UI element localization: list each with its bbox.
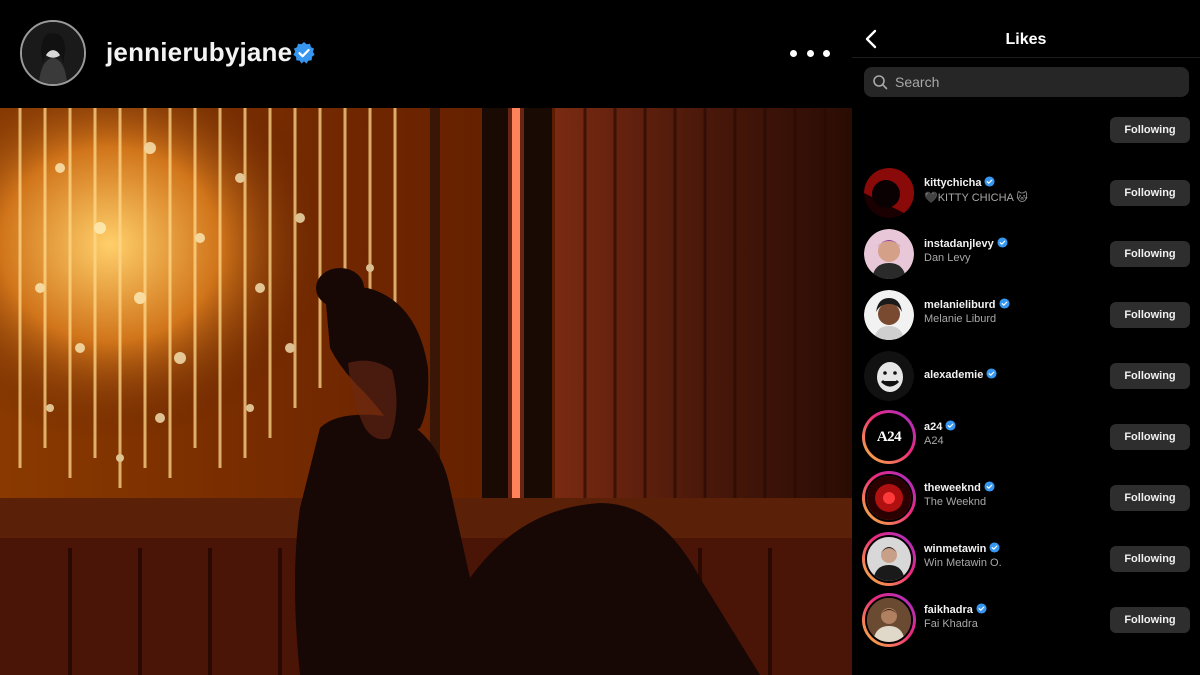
following-button[interactable]: Following [1110, 546, 1190, 572]
avatar[interactable] [864, 290, 914, 340]
verified-badge-icon [998, 298, 1010, 309]
following-button[interactable]: Following [1110, 607, 1190, 633]
avatar[interactable] [862, 593, 916, 647]
likes-header: Likes [852, 0, 1200, 58]
username[interactable]: alexademie [924, 368, 997, 381]
list-item[interactable]: melanieliburd Melanie Liburd Following [852, 286, 1200, 342]
post-photo[interactable] [0, 108, 852, 675]
list-item[interactable]: kittychicha 🖤KITTY CHICHA 🐱 Following [852, 164, 1200, 220]
verified-badge-icon [997, 237, 1008, 248]
following-button[interactable]: Following [1110, 180, 1190, 206]
username[interactable]: theweeknd [924, 481, 995, 494]
search-bar[interactable] [864, 67, 1189, 97]
following-button[interactable]: Following [1110, 363, 1190, 389]
username[interactable]: instadanjlevy [924, 237, 1008, 250]
verified-badge-icon [986, 368, 997, 379]
list-item[interactable]: instadanjlevy Dan Levy Following [852, 225, 1200, 281]
post-panel: jennierubyjane [0, 0, 852, 675]
list-item[interactable]: theweeknd The Weeknd Following [852, 469, 1200, 525]
username[interactable]: melanieliburd [924, 298, 1010, 311]
avatar-image [864, 290, 914, 340]
username[interactable]: winmetawin [924, 542, 1000, 555]
list-item[interactable]: faikhadra Fai Khadra Following [852, 591, 1200, 647]
post-username[interactable]: jennierubyjane [106, 37, 292, 68]
a24-logo: A24 [876, 428, 902, 445]
avatar-image [865, 474, 913, 522]
following-button[interactable]: Following [1110, 117, 1190, 143]
post-header: jennierubyjane [0, 0, 852, 108]
username[interactable]: faikhadra [924, 603, 987, 616]
search-input[interactable] [895, 74, 1175, 90]
avatar[interactable]: A24 [862, 410, 916, 464]
verified-badge-icon [984, 176, 996, 187]
photo-image [0, 108, 852, 675]
full-name: The Weeknd [924, 496, 987, 508]
avatar[interactable] [864, 168, 914, 218]
full-name: Win Metawin O. [924, 557, 1002, 569]
verified-badge-icon [976, 603, 987, 614]
avatar[interactable] [862, 532, 916, 586]
full-name: Dan Levy [924, 252, 971, 264]
search-icon [873, 75, 888, 90]
list-item[interactable]: winmetawin Win Metawin O. Following [852, 530, 1200, 586]
likes-title: Likes [1005, 31, 1047, 48]
username[interactable]: kittychicha [924, 176, 996, 189]
avatar-image [864, 351, 914, 401]
avatar-image [22, 22, 84, 84]
full-name: 🖤KITTY CHICHA 🐱 [924, 192, 1028, 204]
username[interactable]: a24 [924, 420, 956, 433]
more-options-icon[interactable] [790, 43, 830, 63]
full-name: Melanie Liburd [924, 313, 997, 325]
list-item[interactable]: A24 a24 A24 Following [852, 408, 1200, 464]
following-button[interactable]: Following [1110, 424, 1190, 450]
verified-badge-icon [989, 542, 1000, 553]
avatar[interactable] [864, 229, 914, 279]
avatar-image [865, 535, 913, 583]
avatar[interactable] [862, 471, 916, 525]
list-item[interactable]: alexademie Following [852, 347, 1200, 403]
full-name: A24 [924, 435, 944, 447]
full-name: Fai Khadra [924, 618, 978, 630]
avatar-image [864, 168, 914, 218]
avatar-image: A24 [865, 413, 913, 461]
verified-badge-icon [984, 481, 995, 492]
avatar[interactable] [864, 351, 914, 401]
verified-badge-icon [945, 420, 956, 431]
following-button[interactable]: Following [1110, 241, 1190, 267]
following-button[interactable]: Following [1110, 485, 1190, 511]
avatar-image [864, 229, 914, 279]
avatar-image [865, 596, 913, 644]
verified-badge-icon [293, 42, 315, 64]
likes-panel: Likes Following kittychicha 🖤KITTY CHICH… [852, 0, 1200, 675]
post-author-avatar[interactable] [20, 20, 86, 86]
following-button[interactable]: Following [1110, 302, 1190, 328]
